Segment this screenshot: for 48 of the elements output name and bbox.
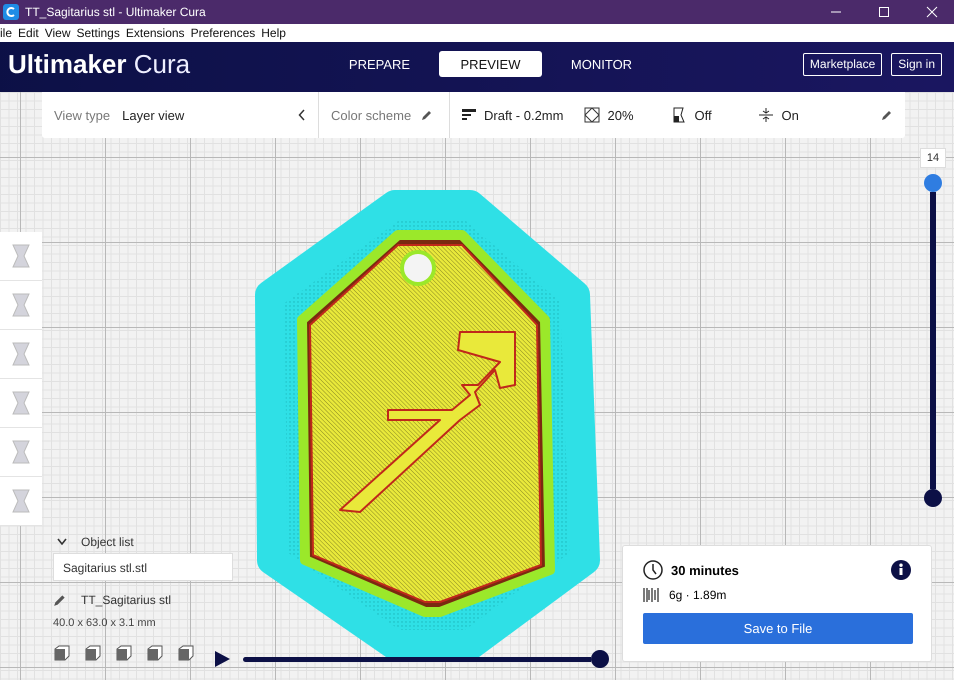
stage-tab[interactable]: PREPARE	[328, 51, 431, 77]
pencil-icon[interactable]	[53, 593, 67, 607]
window-title: TT_Sagitarius stl - Ultimaker Cura	[25, 5, 207, 19]
slider-handle[interactable]	[591, 650, 609, 668]
menu-item[interactable]: View	[44, 26, 70, 40]
clock-icon	[643, 560, 663, 580]
slider-handle[interactable]	[924, 489, 942, 507]
support-value: Off	[694, 108, 713, 122]
object-list-item[interactable]: Sagitarius stl.stl	[53, 553, 233, 581]
pencil-icon[interactable]	[881, 109, 893, 121]
infill-icon	[584, 107, 600, 123]
color-scheme-label[interactable]: Color scheme	[331, 108, 412, 122]
adhesion-icon	[758, 107, 774, 123]
header-button[interactable]: Sign in	[891, 52, 942, 76]
adhesion-value: On	[782, 108, 800, 122]
menu-item[interactable]: Edit	[18, 26, 39, 40]
menu-item[interactable]: Preferences	[190, 26, 256, 40]
layer-number-label: 14	[920, 148, 946, 168]
print-time: 30 minutes	[671, 562, 740, 578]
chevron-left-icon[interactable]	[298, 109, 306, 121]
object-dimensions: 40.0 x 63.0 x 3.1 mm	[53, 617, 157, 629]
view-type-value[interactable]: Layer view	[122, 108, 298, 122]
profile-icon	[462, 108, 476, 122]
maximize-icon[interactable]	[878, 6, 890, 18]
save-to-file-button[interactable]: Save to File	[643, 613, 913, 644]
object-name: TT_Sagitarius stl	[81, 593, 172, 607]
stage-tab[interactable]: MONITOR	[550, 51, 653, 77]
menu-item[interactable]: Extensions	[126, 26, 185, 40]
filament-icon	[643, 587, 659, 603]
header-button[interactable]: Marketplace	[802, 52, 882, 76]
profile-value[interactable]: Draft - 0.2mm	[484, 108, 576, 122]
material-usage: 6g · 1.89m	[669, 588, 726, 602]
infill-value: 20%	[608, 108, 635, 122]
object-list-title[interactable]: Object list	[81, 535, 134, 549]
menu-item[interactable]: ile	[0, 26, 12, 40]
pencil-icon[interactable]	[421, 109, 434, 121]
support-icon	[670, 107, 686, 123]
slider-handle[interactable]	[924, 174, 942, 192]
menu-item[interactable]: Help	[261, 26, 286, 40]
play-icon[interactable]	[214, 651, 230, 667]
menu-item[interactable]: Settings	[76, 26, 120, 40]
close-icon[interactable]	[926, 6, 938, 18]
app-logo-icon	[3, 4, 19, 20]
chevron-down-icon[interactable]	[57, 538, 67, 546]
stage-tab[interactable]: PREVIEW	[439, 51, 542, 77]
app-logo: Ultimaker Cura	[8, 48, 192, 80]
info-icon[interactable]	[891, 560, 911, 580]
view-type-label: View type	[54, 108, 110, 122]
